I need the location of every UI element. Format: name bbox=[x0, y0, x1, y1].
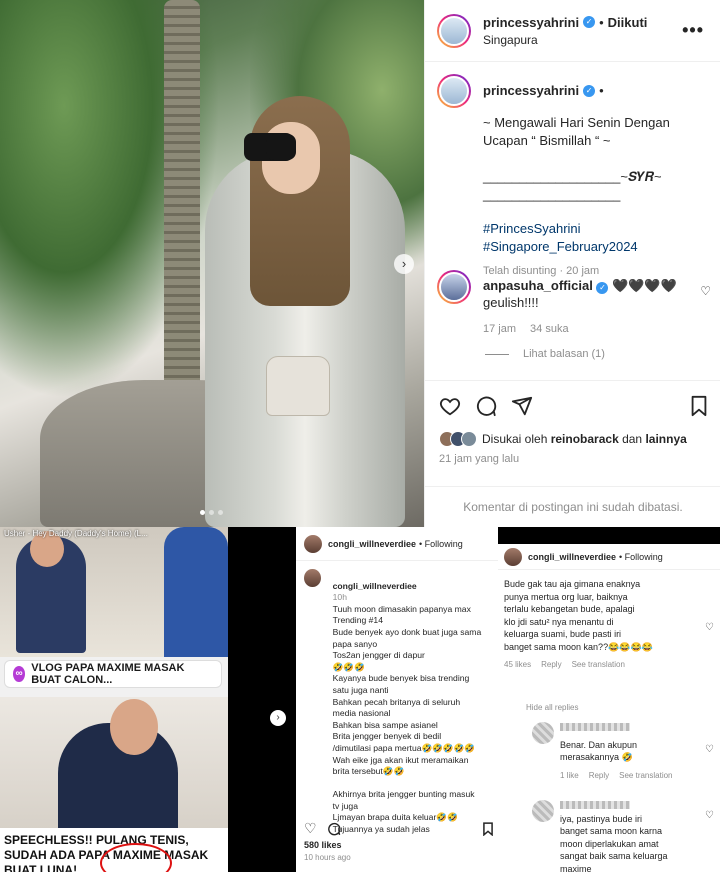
comment1-text: Bude gak tau aja gimana enaknya punya me… bbox=[504, 579, 653, 652]
author-username[interactable]: princessyahrini bbox=[483, 15, 579, 30]
comment1-likes[interactable]: 45 likes bbox=[504, 659, 531, 672]
ig3-username[interactable]: congli_willneverdiee bbox=[528, 552, 616, 562]
liked-by-others[interactable]: lainnya bbox=[645, 432, 686, 446]
view-replies-button[interactable]: Lihat balasan (1) bbox=[485, 348, 605, 360]
blurred-username bbox=[560, 801, 630, 809]
like-reply-heart-icon[interactable]: ♡ bbox=[705, 810, 714, 821]
liked-by: Disukai oleh reinobarack dan lainnya bbox=[425, 421, 720, 447]
hashtag-princessyahrini[interactable]: #PrincesSyahrini bbox=[483, 220, 670, 238]
blurred-avatar bbox=[532, 722, 554, 744]
verified-badge-icon: ✓ bbox=[583, 16, 596, 28]
caption: princessyahrini ✓ • ~ Mengawali Hari Sen… bbox=[437, 74, 713, 280]
liked-by-prefix: Disukai oleh bbox=[482, 432, 551, 446]
palm-trunk bbox=[164, 0, 200, 400]
liked-by-and: dan bbox=[618, 432, 646, 446]
caption-username[interactable]: princessyahrini bbox=[483, 82, 579, 100]
like-comment-heart-icon[interactable]: ♡ bbox=[700, 284, 711, 298]
video-thumbnail[interactable]: Usher - Hey Daddy (Daddy's Home) (L... ∞… bbox=[0, 527, 228, 872]
caption-avatar[interactable] bbox=[437, 74, 471, 108]
post-time[interactable]: 21 jam yang lalu bbox=[425, 447, 720, 465]
blurred-avatar bbox=[532, 800, 554, 822]
ig2-likes[interactable]: 580 likes bbox=[304, 840, 342, 850]
reply1-reply[interactable]: Reply bbox=[589, 770, 609, 783]
verified-badge-icon: ✓ bbox=[583, 85, 596, 97]
reply1-translate[interactable]: See translation bbox=[619, 770, 672, 783]
handbag bbox=[266, 356, 330, 416]
comment-bubble-icon[interactable] bbox=[475, 395, 497, 417]
post-actions: Disukai oleh reinobarack dan lainnya 21 … bbox=[425, 380, 720, 527]
comment-time[interactable]: 17 jam bbox=[483, 321, 516, 338]
follow-button[interactable]: Diikuti bbox=[608, 15, 648, 30]
comment-bubble-icon[interactable] bbox=[327, 822, 341, 836]
instagram-comments-screenshot: congli_willneverdiee • Following Bude ga… bbox=[498, 544, 720, 872]
liker-avatar bbox=[461, 431, 477, 447]
comment-item: anpasuha_official ✓ 🖤🖤🖤🖤 geulish!!!! 17 … bbox=[437, 270, 713, 338]
chef-head-closeup bbox=[110, 699, 158, 755]
banner-title: VLOG PAPA MAXIME MASAK BUAT CALON... bbox=[31, 662, 185, 686]
post-header: princessyahrini ✓ • Diikuti Singapura ••… bbox=[425, 0, 720, 62]
reply2-text: iya, pastinya bude iri banget sama moon … bbox=[560, 813, 668, 872]
share-paper-plane-icon[interactable] bbox=[511, 395, 533, 417]
user-avatar[interactable] bbox=[504, 547, 522, 566]
post-sidebar: princessyahrini ✓ • Diikuti Singapura ••… bbox=[424, 0, 720, 527]
comment1-reply[interactable]: Reply bbox=[541, 659, 561, 672]
hide-replies-button[interactable]: Hide all replies bbox=[526, 702, 578, 715]
commenter-avatar[interactable] bbox=[437, 270, 471, 304]
ig2-caption-text: Tuuh moon dimasakin papanya max Trending… bbox=[332, 603, 482, 835]
carousel-next-icon[interactable]: › bbox=[270, 710, 286, 726]
post-photo[interactable]: › bbox=[0, 0, 424, 527]
caption-text: ~ Mengawali Hari Senin Dengan Ucapan “ B… bbox=[483, 115, 670, 202]
post-location[interactable]: Singapura bbox=[483, 33, 647, 47]
like-heart-icon[interactable]: ♡ bbox=[304, 820, 317, 837]
separator-dot: • bbox=[599, 83, 604, 98]
carousel-dot bbox=[209, 510, 214, 515]
separator-dot: • bbox=[599, 14, 604, 30]
comment-item: Bude gak tau aja gimana enaknya punya me… bbox=[504, 578, 704, 672]
reply1-likes[interactable]: 1 like bbox=[560, 770, 579, 783]
hashtag-singapore[interactable]: #Singapore_February2024 bbox=[483, 238, 670, 256]
comment-text: geulish!!!! bbox=[483, 295, 539, 310]
replies-line bbox=[485, 353, 509, 355]
user-avatar[interactable] bbox=[304, 569, 321, 587]
ig2-follow[interactable]: • Following bbox=[419, 539, 463, 549]
commenter-username[interactable]: anpasuha_official bbox=[483, 278, 593, 293]
carousel-dot bbox=[200, 510, 205, 515]
link-icon: ∞ bbox=[13, 666, 26, 682]
like-heart-icon[interactable] bbox=[439, 395, 461, 417]
ig2-caption-username[interactable]: congli_willneverdiee bbox=[333, 581, 417, 591]
ig2-caption-time: 10h bbox=[332, 592, 347, 603]
comments-disabled-notice: Komentar di postingan ini sudah dibatasi… bbox=[425, 486, 720, 528]
sunglasses-lens bbox=[266, 134, 296, 160]
carousel-dots bbox=[200, 510, 223, 515]
verified-badge-icon: ✓ bbox=[596, 282, 609, 294]
person-blue-shirt bbox=[164, 527, 228, 657]
ig2-username[interactable]: congli_willneverdiee bbox=[328, 539, 416, 549]
liked-by-user[interactable]: reinobarack bbox=[551, 432, 619, 446]
instagram-post-screenshot: congli_willneverdiee • Following congli_… bbox=[296, 527, 498, 872]
reply-item: Benar. Dan akupun merasakannya 🤣 1 like … bbox=[532, 722, 702, 782]
comment-likes[interactable]: 34 suka bbox=[530, 321, 569, 338]
bookmark-icon[interactable] bbox=[689, 395, 709, 417]
video-title-banner[interactable]: ∞ VLOG PAPA MAXIME MASAK BUAT CALON... bbox=[4, 660, 222, 688]
ig3-follow[interactable]: • Following bbox=[619, 552, 663, 562]
ig2-time-ago: 10 hours ago bbox=[304, 853, 351, 862]
comment1-translate[interactable]: See translation bbox=[572, 659, 625, 672]
reply1-text: Benar. Dan akupun merasakannya 🤣 bbox=[560, 739, 638, 763]
like-reply-heart-icon[interactable]: ♡ bbox=[705, 744, 714, 755]
user-avatar[interactable] bbox=[304, 534, 322, 553]
hide-replies-label[interactable]: Hide all replies bbox=[526, 703, 578, 712]
author-avatar[interactable] bbox=[437, 13, 471, 48]
like-comment-heart-icon[interactable]: ♡ bbox=[705, 622, 714, 633]
more-options-icon[interactable]: ••• bbox=[682, 20, 704, 41]
bottom-collage: Usher - Hey Daddy (Daddy's Home) (L... ∞… bbox=[0, 527, 720, 872]
blurred-username bbox=[560, 723, 630, 731]
carousel-next-icon[interactable]: › bbox=[394, 254, 414, 274]
comment-hearts: 🖤🖤🖤🖤 bbox=[612, 278, 677, 293]
carousel-dot bbox=[218, 510, 223, 515]
music-label: Usher - Hey Daddy (Daddy's Home) (L... bbox=[4, 529, 148, 538]
reply-item: iya, pastinya bude iri banget sama moon … bbox=[532, 800, 702, 872]
bookmark-icon[interactable] bbox=[482, 821, 494, 836]
view-replies-label[interactable]: Lihat balasan (1) bbox=[523, 348, 605, 360]
